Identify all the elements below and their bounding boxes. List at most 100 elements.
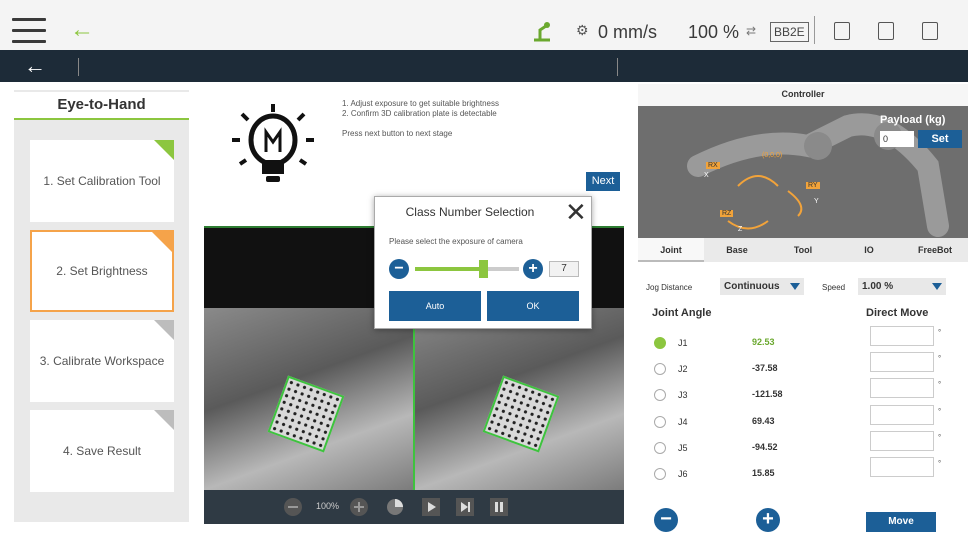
slider-thumb[interactable]	[478, 260, 488, 278]
network-icon: ⇄	[746, 24, 757, 38]
controller-title: Controller	[638, 84, 968, 106]
tab-base[interactable]: Base	[704, 238, 770, 262]
jog-distance-label: Jog Distance	[646, 283, 693, 292]
step-set-brightness[interactable]: 2. Set Brightness	[30, 230, 174, 312]
zoom-in-icon[interactable]	[350, 498, 368, 516]
joint-angle-heading: Joint Angle	[652, 307, 712, 319]
z-axis-letter: Z	[738, 226, 743, 233]
direct-move-input[interactable]	[870, 405, 934, 425]
exposure-value[interactable]: 7	[549, 261, 579, 277]
step-label: 2. Set Brightness	[56, 264, 148, 278]
exposure-slider[interactable]	[415, 260, 519, 278]
next-button[interactable]: Next	[586, 172, 620, 191]
direct-move-input[interactable]	[870, 378, 934, 398]
speed-gauge-icon: ⚙	[576, 22, 589, 38]
joint-value: -37.58	[752, 363, 778, 373]
joint-value: -94.52	[752, 442, 778, 452]
joint-row: J3 -121.58 °	[652, 378, 952, 406]
step-label: 3. Calibrate Workspace	[39, 354, 165, 368]
tab-freebot[interactable]: FreeBot	[902, 238, 968, 262]
tab-joint[interactable]: Joint	[638, 238, 704, 262]
steps-title: Eye-to-Hand	[14, 92, 189, 120]
instruction-line: 1. Adjust exposure to get suitable brigh…	[342, 99, 499, 108]
payload-set-button[interactable]: Set	[918, 130, 962, 148]
direct-move-input[interactable]	[870, 457, 934, 477]
nav-back-icon[interactable]: ←	[24, 53, 46, 79]
tab-io[interactable]: IO	[836, 238, 902, 262]
increase-button[interactable]: +	[523, 259, 543, 279]
step-label: 4. Save Result	[62, 444, 142, 458]
direct-move-heading: Direct Move	[866, 307, 929, 319]
play-icon[interactable]	[422, 498, 440, 516]
display-icon[interactable]	[834, 22, 850, 40]
speed-label: Speed	[822, 283, 846, 292]
jog-distance-value: Continuous	[724, 281, 780, 292]
robot-calibration-screen: ← ⚙ 0 mm/s 100 % ⇄ BB2E ← Eye-to-Hand 1.…	[0, 0, 968, 541]
calibration-plate	[482, 375, 560, 453]
joint-row: J2 -37.58 °	[652, 352, 952, 380]
payload-input[interactable]: 0	[880, 131, 914, 147]
auto-button[interactable]: Auto	[389, 291, 481, 321]
pause-icon[interactable]	[490, 498, 508, 516]
joint-radio[interactable]	[654, 363, 666, 375]
calibration-plate	[267, 375, 345, 453]
step-label: 1. Set Calibration Tool	[43, 174, 161, 188]
decrease-button[interactable]: −	[389, 259, 409, 279]
dialog-title: Class Number Selection	[405, 205, 535, 219]
zoom-level: 100%	[316, 501, 340, 511]
exposure-dialog: Class Number Selection ✕ Please select t…	[374, 196, 592, 329]
speed-value: 1.00 %	[862, 281, 894, 292]
tab-tool[interactable]: Tool	[770, 238, 836, 262]
joint-name: J5	[678, 443, 688, 453]
step-save-result[interactable]: 4. Save Result	[30, 410, 174, 492]
info-icon[interactable]	[878, 22, 894, 40]
move-button[interactable]: Move	[866, 512, 936, 532]
direct-move-input[interactable]	[870, 352, 934, 372]
dialog-subtitle: Please select the exposure of camera	[389, 237, 523, 246]
ok-button[interactable]: OK	[487, 291, 579, 321]
direct-move-input[interactable]	[870, 326, 934, 346]
menu-icon[interactable]	[12, 18, 46, 44]
step-status-corner	[154, 410, 174, 430]
joint-radio[interactable]	[654, 416, 666, 428]
origin-label: (0,0,0)	[762, 152, 783, 159]
camera-mode-icon[interactable]	[386, 498, 404, 516]
joint-value: -121.58	[752, 389, 783, 399]
joint-radio[interactable]	[654, 468, 666, 480]
instruction-line: Press next button to next stage	[342, 129, 453, 138]
jog-distance-select[interactable]: Continuous	[720, 278, 804, 295]
instructions: 1. Adjust exposure to get suitable brigh…	[342, 99, 499, 139]
step-calibrate-workspace[interactable]: 3. Calibrate Workspace	[30, 320, 174, 402]
joint-name: J3	[678, 390, 688, 400]
joint-row: J5 -94.52 °	[652, 431, 952, 459]
joint-row: J1 92.53 °	[652, 326, 952, 354]
ry-axis-label: RY	[806, 182, 820, 189]
nav-divider	[617, 58, 618, 76]
controller-tabs: Joint Base Tool IO FreeBot	[638, 238, 968, 262]
robot-status-icon	[534, 22, 550, 42]
document-icon[interactable]	[922, 22, 938, 40]
joint-name: J6	[678, 469, 688, 479]
zoom-out-icon[interactable]	[284, 498, 302, 516]
toolbar-divider	[814, 16, 815, 44]
step-set-calibration-tool[interactable]: 1. Set Calibration Tool	[30, 140, 174, 222]
lightbulb-icon	[232, 104, 314, 182]
joint-radio[interactable]	[654, 442, 666, 454]
jog-plus-button[interactable]: +	[756, 508, 780, 532]
direct-move-input[interactable]	[870, 431, 934, 451]
step-forward-icon[interactable]	[456, 498, 474, 516]
speed-select[interactable]: 1.00 %	[858, 278, 946, 295]
joint-name: J4	[678, 417, 688, 427]
instruction-line: 2. Confirm 3D calibration plate is detec…	[342, 109, 497, 118]
camera-image-left	[204, 308, 413, 492]
rz-axis-label: RZ	[720, 210, 734, 217]
joint-radio[interactable]	[654, 337, 666, 349]
steps-panel: Eye-to-Hand 1. Set Calibration Tool 2. S…	[14, 90, 189, 522]
close-icon[interactable]: ✕	[565, 199, 587, 225]
joint-radio[interactable]	[654, 389, 666, 401]
degree-unit: °	[938, 407, 942, 416]
joint-name: J1	[678, 338, 688, 348]
jog-minus-button[interactable]: −	[654, 508, 678, 532]
joint-row: J4 69.43 °	[652, 405, 952, 433]
back-arrow-icon[interactable]: ←	[70, 18, 94, 42]
